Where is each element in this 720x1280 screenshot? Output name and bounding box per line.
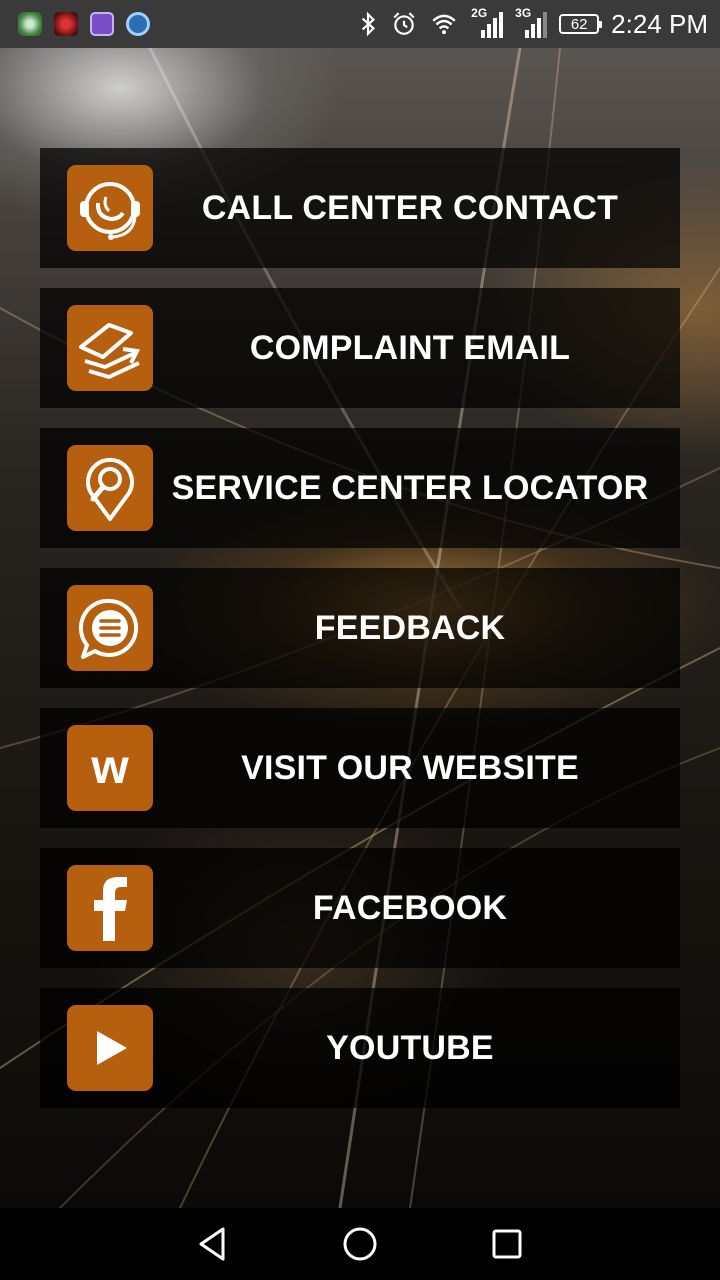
menu-label: VISIT OUR WEBSITE — [241, 749, 579, 787]
signal-bars-icon — [481, 12, 504, 38]
menu-label: FACEBOOK — [312, 889, 508, 927]
complaint-email-button[interactable]: COMPLAINT EMAIL — [40, 288, 680, 408]
gallery-app-icon — [90, 12, 114, 36]
menu-label: YOUTUBE — [326, 1029, 494, 1067]
media-app-icon — [18, 12, 42, 36]
clock: 2:24 PM — [611, 8, 708, 39]
status-bar: 2G 3G 62 2:24 PM — [0, 0, 720, 48]
chat-app-icon — [126, 12, 150, 36]
notification-icons — [18, 12, 150, 36]
bluetooth-icon — [362, 11, 376, 37]
game-app-icon — [54, 12, 78, 36]
website-glyph: w — [91, 741, 129, 794]
signal-3g: 3G — [515, 6, 549, 40]
battery-indicator: 62 — [559, 14, 603, 34]
home-icon — [343, 1227, 377, 1261]
menu-label: FEEDBACK — [314, 609, 506, 647]
menu-label: COMPLAINT EMAIL — [249, 329, 571, 367]
signal-2g: 2G — [471, 6, 505, 40]
call-center-contact-button[interactable]: CALL CENTER CONTACT — [40, 148, 680, 268]
service-center-locator-button[interactable]: SERVICE CENTER LOCATOR — [40, 428, 680, 548]
alarm-icon — [393, 12, 415, 35]
main-screen: CALL CENTER CONTACT COMPLAINT EMAIL SERV… — [0, 48, 720, 1208]
recents-icon — [492, 1229, 522, 1259]
back-button[interactable] — [189, 1220, 237, 1268]
menu-label: SERVICE CENTER LOCATOR — [171, 469, 649, 507]
youtube-button[interactable]: YOUTUBE — [40, 988, 680, 1108]
menu-list: CALL CENTER CONTACT COMPLAINT EMAIL SERV… — [40, 148, 680, 1128]
feedback-button[interactable]: FEEDBACK — [40, 568, 680, 688]
home-button[interactable] — [336, 1220, 384, 1268]
wifi-icon — [432, 14, 456, 35]
back-icon — [199, 1227, 225, 1261]
navigation-bar — [0, 1208, 720, 1280]
facebook-button[interactable]: FACEBOOK — [40, 848, 680, 968]
menu-label: CALL CENTER CONTACT — [201, 189, 619, 227]
recents-button[interactable] — [483, 1220, 531, 1268]
signal-bars-icon — [525, 12, 548, 38]
visit-our-website-button[interactable]: w VISIT OUR WEBSITE — [40, 708, 680, 828]
battery-level: 62 — [570, 15, 588, 33]
